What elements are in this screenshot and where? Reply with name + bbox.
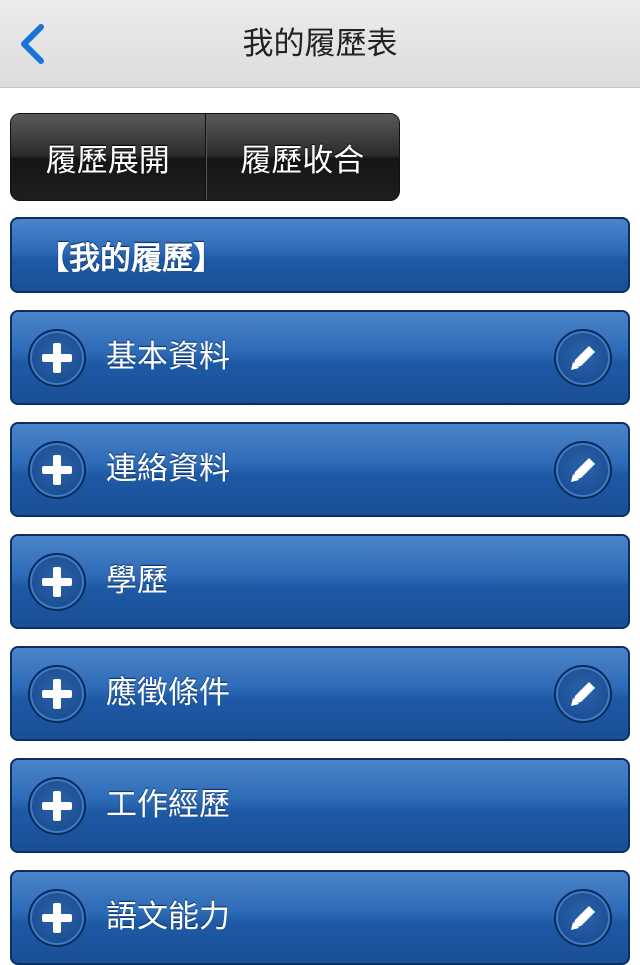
plus-icon — [42, 791, 72, 821]
expand-resume-button[interactable]: 履歷展開 — [11, 114, 205, 200]
plus-icon — [42, 343, 72, 373]
expand-collapse-segmented-control: 履歷展開 履歷收合 — [10, 113, 400, 201]
section-contact-info[interactable]: 連絡資料 — [10, 422, 630, 517]
section-basic-info[interactable]: 基本資料 — [10, 310, 630, 405]
plus-icon — [42, 567, 72, 597]
section-work-experience[interactable]: 工作經歷 — [10, 758, 630, 853]
edit-section-button[interactable] — [554, 441, 612, 499]
resume-header: 【我的履歷】 — [10, 217, 630, 293]
page-title: 我的履歷表 — [242, 26, 398, 62]
navigation-bar: 我的履歷表 — [0, 0, 640, 88]
plus-icon — [42, 455, 72, 485]
section-language-skills[interactable]: 語文能力 — [10, 870, 630, 965]
edit-section-button[interactable] — [554, 665, 612, 723]
expand-section-button[interactable] — [28, 889, 86, 947]
section-label: 基本資料 — [106, 339, 230, 375]
plus-icon — [42, 903, 72, 933]
expand-section-button[interactable] — [28, 441, 86, 499]
expand-section-button[interactable] — [28, 777, 86, 835]
pencil-icon — [571, 458, 595, 482]
edit-section-button[interactable] — [554, 329, 612, 387]
expand-section-button[interactable] — [28, 665, 86, 723]
section-education[interactable]: 學歷 — [10, 534, 630, 629]
collapse-resume-button[interactable]: 履歷收合 — [204, 114, 400, 200]
pencil-icon — [571, 682, 595, 706]
section-job-preferences[interactable]: 應徵條件 — [10, 646, 630, 741]
section-label: 連絡資料 — [106, 451, 230, 487]
plus-icon — [42, 679, 72, 709]
pencil-icon — [571, 346, 595, 370]
edit-section-button[interactable] — [554, 889, 612, 947]
section-label: 應徵條件 — [106, 675, 230, 711]
section-label: 語文能力 — [106, 899, 230, 935]
section-label: 工作經歷 — [106, 787, 230, 823]
expand-section-button[interactable] — [28, 329, 86, 387]
expand-section-button[interactable] — [28, 553, 86, 611]
pencil-icon — [571, 906, 595, 930]
section-label: 學歷 — [106, 563, 168, 599]
